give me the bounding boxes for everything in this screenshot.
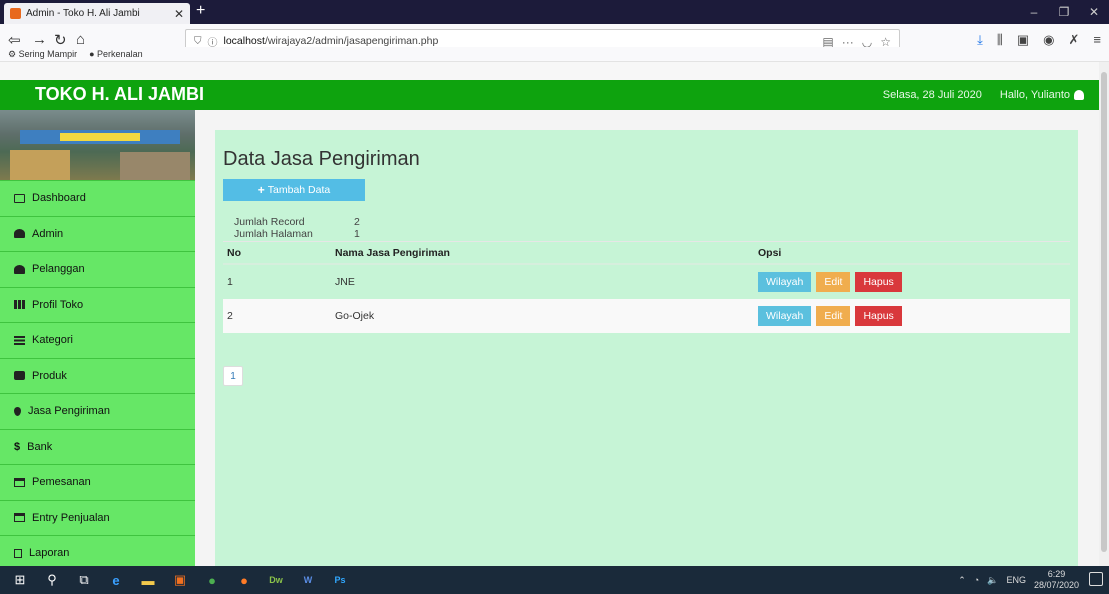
main-content: Data Jasa Pengiriman + Tambah Data Jumlah… xyxy=(195,110,1099,566)
bookmark-item[interactable]: ⚙ Sering Mampir xyxy=(8,49,77,60)
task-view-icon[interactable]: ⧉ xyxy=(72,570,96,590)
browser-tab-bar: Admin - Toko H. Ali Jambi ✕ + – ❐ ✕ xyxy=(0,0,1109,24)
map-marker-icon xyxy=(14,406,21,416)
language-indicator[interactable]: ENG xyxy=(1006,575,1026,585)
sidebar-item-bank[interactable]: $ Bank xyxy=(0,428,195,465)
file-icon xyxy=(14,548,22,558)
tab-title: Admin - Toko H. Ali Jambi xyxy=(26,8,140,19)
xampp-icon[interactable]: ▣ xyxy=(168,570,192,590)
word-icon[interactable]: W xyxy=(296,570,320,590)
dollar-icon: $ xyxy=(14,440,21,453)
wilayah-button[interactable]: Wilayah xyxy=(758,306,812,326)
sidebar-item-admin[interactable]: Admin xyxy=(0,215,195,252)
window-controls: – ❐ ✕ xyxy=(1019,0,1109,24)
wilayah-button[interactable]: Wilayah xyxy=(758,272,812,292)
user-icon xyxy=(14,229,25,239)
sidebar-toggle-icon[interactable]: ▣ xyxy=(1017,32,1029,48)
record-summary: Jumlah Record 2 Jumlah Halaman 1 xyxy=(234,216,360,240)
tray-chevron-icon[interactable]: ⌃ xyxy=(958,575,966,586)
bookmark-item[interactable]: ● Perkenalan xyxy=(89,49,142,59)
minimize-icon[interactable]: – xyxy=(1019,0,1049,24)
table-row: 2 Go-Ojek Wilayah Edit Hapus xyxy=(223,299,1070,333)
plus-icon: + xyxy=(257,183,265,197)
firefox-icon[interactable]: ● xyxy=(232,570,256,590)
close-window-icon[interactable]: ✕ xyxy=(1079,0,1109,24)
credit-card-icon xyxy=(14,513,25,523)
library-icon[interactable]: ⫼ xyxy=(997,32,1003,48)
sidebar-item-entry-penjualan[interactable]: Entry Penjualan xyxy=(0,499,195,536)
menu-icon[interactable]: ≡ xyxy=(1093,32,1101,48)
content-panel: Data Jasa Pengiriman + Tambah Data Jumlah… xyxy=(215,130,1078,566)
credit-card-icon xyxy=(14,477,25,487)
new-tab-icon[interactable]: + xyxy=(196,2,205,20)
sidebar: Dashboard Admin Pelanggan Profil Toko Ka… xyxy=(0,110,195,566)
dreamweaver-icon[interactable]: Dw xyxy=(264,570,288,590)
photoshop-icon[interactable]: Ps xyxy=(328,570,352,590)
vertical-scrollbar[interactable] xyxy=(1099,62,1109,566)
users-icon xyxy=(14,264,25,274)
favicon-icon xyxy=(10,8,21,19)
sidebar-item-dashboard[interactable]: Dashboard xyxy=(0,180,195,216)
sidebar-item-produk[interactable]: Produk xyxy=(0,357,195,394)
list-icon xyxy=(14,335,25,345)
briefcase-icon xyxy=(14,371,25,381)
user-icon xyxy=(1074,90,1084,101)
table-row: 1 JNE Wilayah Edit Hapus xyxy=(223,265,1070,299)
brand-title[interactable]: TOKO H. ALI JAMBI xyxy=(35,84,204,105)
page-count: 1 xyxy=(354,228,360,240)
extension-icon[interactable]: ✗ xyxy=(1069,32,1080,48)
close-tab-icon[interactable]: ✕ xyxy=(174,7,184,21)
scrollbar-thumb[interactable] xyxy=(1101,72,1107,552)
monitor-icon xyxy=(14,193,25,203)
edit-button[interactable]: Edit xyxy=(816,306,851,326)
browser-tab[interactable]: Admin - Toko H. Ali Jambi ✕ xyxy=(4,3,190,24)
delete-button[interactable]: Hapus xyxy=(855,272,902,292)
user-greeting[interactable]: Hallo, Yulianto xyxy=(1000,89,1084,101)
sidebar-item-jasa-pengiriman[interactable]: Jasa Pengiriman xyxy=(0,393,195,429)
sidebar-item-pemesanan[interactable]: Pemesanan xyxy=(0,464,195,500)
app-header: TOKO H. ALI JAMBI Selasa, 28 Juli 2020 H… xyxy=(0,80,1099,110)
download-icon[interactable]: ⤓ xyxy=(977,32,983,48)
edit-button[interactable]: Edit xyxy=(816,272,851,292)
forward-icon[interactable]: → xyxy=(32,31,47,48)
add-data-button[interactable]: + Tambah Data xyxy=(223,179,365,201)
volume-icon[interactable]: 🔈 xyxy=(987,575,998,586)
chrome-icon[interactable]: ● xyxy=(200,570,224,590)
shield-icon: ⛉ xyxy=(194,35,202,47)
store-banner-image xyxy=(0,110,195,180)
page-title: Data Jasa Pengiriman xyxy=(223,148,420,170)
clock[interactable]: 6:29 28/07/2020 xyxy=(1034,569,1079,591)
notification-icon[interactable] xyxy=(1089,572,1103,586)
sidebar-item-profil-toko[interactable]: Profil Toko xyxy=(0,286,195,323)
sidebar-item-pelanggan[interactable]: Pelanggan xyxy=(0,251,195,287)
url-text: localhost/wirajaya2/admin/jasapengiriman… xyxy=(223,35,439,47)
table-header: No Nama Jasa Pengiriman Opsi xyxy=(223,241,1070,265)
record-count: 2 xyxy=(354,216,360,228)
current-date: Selasa, 28 Juli 2020 xyxy=(882,89,982,101)
delete-button[interactable]: Hapus xyxy=(855,306,902,326)
os-taskbar: ⊞ ⚲ ⧉ e ▬ ▣ ● ● Dw W Ps ⌃ ◔ 🔈 ENG 6:29 2… xyxy=(0,566,1109,594)
pagination-page-1[interactable]: 1 xyxy=(223,366,243,386)
edge-icon[interactable]: e xyxy=(104,570,128,590)
table-icon xyxy=(14,300,25,310)
system-tray: ⌃ ◔ 🔈 ENG 6:29 28/07/2020 xyxy=(958,566,1079,594)
network-icon[interactable]: ◔ xyxy=(974,575,979,585)
account-icon[interactable]: ◉ xyxy=(1043,32,1054,48)
sidebar-item-kategori[interactable]: Kategori xyxy=(0,322,195,358)
file-explorer-icon[interactable]: ▬ xyxy=(136,570,160,590)
bookmarks-bar: ⚙ Sering Mampir ● Perkenalan xyxy=(0,47,1109,62)
page-top-gap xyxy=(0,62,1099,80)
shipping-table: No Nama Jasa Pengiriman Opsi 1 JNE Wilay… xyxy=(223,241,1070,333)
home-icon[interactable]: ⌂ xyxy=(76,31,85,48)
restore-icon[interactable]: ❐ xyxy=(1049,0,1079,24)
search-icon[interactable]: ⚲ xyxy=(40,570,64,590)
windows-start-icon[interactable]: ⊞ xyxy=(8,570,32,590)
